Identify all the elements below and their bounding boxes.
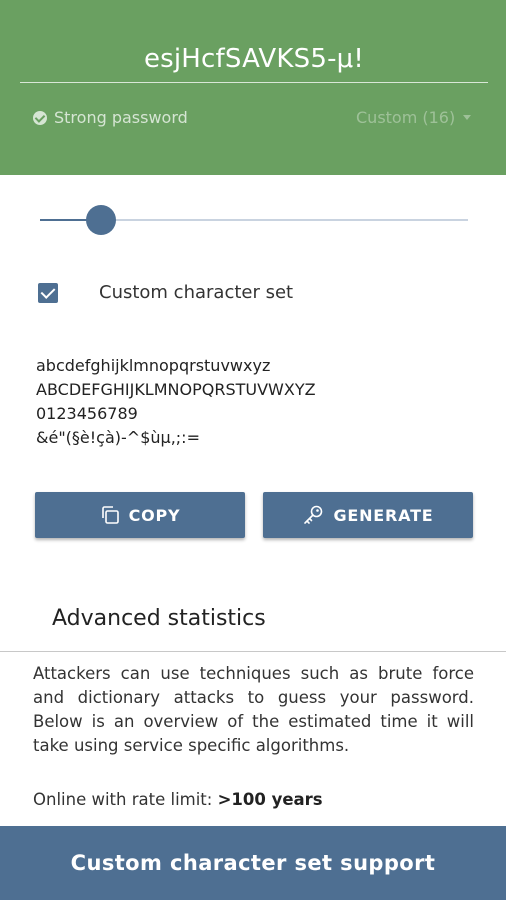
copy-icon [101, 506, 119, 524]
mode-dropdown[interactable]: Custom (16) [356, 108, 472, 127]
advanced-statistics-title: Advanced statistics [52, 606, 266, 631]
advanced-statistics-description: Attackers can use techniques such as bru… [33, 664, 474, 755]
charset-line: ABCDEFGHIJKLMNOPQRSTUVWXYZ [36, 380, 316, 399]
section-divider [0, 651, 506, 652]
charset-line: abcdefghijklmnopqrstuvwxyz [36, 356, 271, 375]
generate-button[interactable]: GENERATE [263, 492, 473, 538]
copy-button[interactable]: COPY [35, 492, 245, 538]
copy-button-label: COPY [128, 505, 181, 525]
password-header: esjHcfSAVKS5-μ! Strong password Custom (… [0, 0, 506, 175]
generate-button-label: GENERATE [333, 505, 434, 525]
feature-banner: Custom character set support [0, 826, 506, 900]
custom-charset-checkbox[interactable] [38, 283, 58, 303]
charset-input[interactable]: abcdefghijklmnopqrstuvwxyz ABCDEFGHIJKLM… [36, 354, 476, 450]
length-slider-thumb[interactable] [86, 205, 116, 235]
online-rate-limit-label: Online with rate limit: [33, 790, 218, 809]
online-rate-limit-stat: Online with rate limit: >100 years [33, 790, 323, 809]
password-underline [20, 82, 488, 83]
password-field[interactable]: esjHcfSAVKS5-μ! [20, 44, 488, 74]
custom-charset-label[interactable]: Custom character set [99, 282, 293, 303]
chevron-down-icon [463, 115, 472, 120]
key-icon [304, 505, 323, 524]
charset-line: &é"(§è!çà)-^$ùμ,;:= [36, 428, 200, 447]
charset-line: 0123456789 [36, 404, 138, 423]
check-circle-icon [33, 110, 47, 125]
feature-banner-text: Custom character set support [70, 851, 436, 875]
online-rate-limit-value: >100 years [217, 790, 323, 809]
strength-indicator: Strong password [33, 108, 188, 127]
mode-dropdown-value: Custom (16) [356, 108, 456, 127]
strength-label: Strong password [54, 108, 188, 127]
